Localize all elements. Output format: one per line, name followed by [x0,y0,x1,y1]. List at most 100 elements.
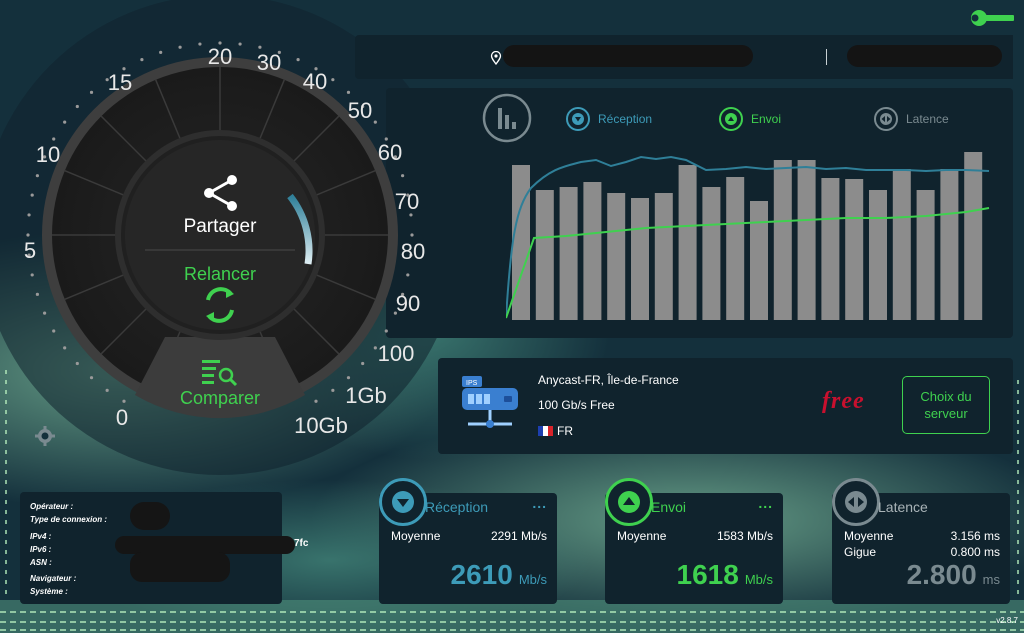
reception-title: Réception [425,499,489,515]
upload-card: Envoi ... Moyenne 1583 Mb/s 1618 Mb/s [605,478,783,604]
legend-latency[interactable]: Latence [874,107,949,131]
gauge-tick [27,213,31,217]
scale-label-70: 70 [395,189,419,214]
bar-chart-icon[interactable] [482,93,532,143]
scale-label-15: 15 [108,70,132,95]
scale-label-90: 90 [396,291,420,316]
gauge-tick [238,42,242,46]
latency-avg-value: 3.156 ms [950,529,1000,543]
server-name: Anycast-FR, Île-de-France [538,373,679,387]
reception-avg-label: Moyenne [391,529,441,543]
upload-up-icon [605,478,653,526]
reception-down-icon [379,478,427,526]
upload-value: 1618 [676,559,739,590]
history-bar [892,169,911,320]
scale-label-10: 10 [36,142,60,167]
latency-title: Latence [878,499,928,515]
gauge-tick [401,174,405,178]
gauge-tick [89,376,94,380]
scale-label-10gb: 10Gb [294,413,348,438]
speed-gauge: 0 5 10 15 20 30 40 50 60 70 80 90 100 1G… [24,41,425,438]
history-bar [559,187,578,320]
gauge-tick [75,104,79,109]
down-arrow-icon [566,107,590,131]
server-icon: IPS [462,376,518,428]
gauge-tick [30,193,34,197]
history-bar [964,152,983,320]
scale-label-30: 30 [257,50,281,75]
system-label: Système : [30,587,68,596]
legend-latency-label: Latence [906,112,949,126]
gauge-tick [346,376,351,380]
latency-value: 2.800 [906,559,977,590]
scale-label-60: 60 [378,140,402,165]
redacted-ip [847,45,1002,67]
gauge-tick [63,120,67,124]
latency-arrows-icon-large [832,478,880,526]
gauge-tick [406,273,410,277]
server-country-code: FR [557,424,573,438]
latency-unit: ms [982,572,1000,587]
reception-avg-value: 2291 Mb/s [490,529,547,543]
france-flag-icon [538,426,553,436]
scale-label-80: 80 [401,239,425,264]
gauge-tick [373,120,377,124]
operator-label: Opérateur : [30,502,74,511]
up-arrow-icon [719,107,743,131]
legend-reception-label: Réception [598,112,653,126]
history-bar [512,165,530,320]
settings-gear-icon[interactable] [34,425,56,447]
upload-avg-value: 1583 Mb/s [716,529,773,543]
upload-avg-label: Moyenne [617,529,667,543]
history-bar [535,190,554,320]
upload-more-button[interactable]: ... [758,495,773,511]
wrench-icon[interactable] [970,8,1016,28]
legend-reception[interactable]: Réception [566,107,653,131]
redacted-operator [130,502,170,530]
latency-arrows-icon [874,107,898,131]
gauge-tick [75,361,79,366]
gauge-tick [296,57,300,62]
svg-text:IPS: IPS [466,380,478,387]
gauge-tick [42,311,47,315]
gauge-tick [384,329,388,333]
history-bar [583,182,602,320]
scale-label-100: 100 [378,341,415,366]
gauge-tick [410,233,414,237]
gauge-tick [331,388,335,392]
history-bar [702,187,721,320]
history-bar [678,165,697,320]
reception-card: Réception ... Moyenne 2291 Mb/s 2610 Mb/… [379,478,557,604]
legend-upload-label: Envoi [751,112,782,126]
redacted-browser-system [130,552,230,582]
gauge-tick [159,50,163,54]
choose-server-button[interactable]: Choix du serveur [902,376,990,434]
gauge-tick [52,329,56,333]
scale-label-0: 0 [116,405,128,430]
gauge-tick [331,78,335,82]
reception-value: 2610 [450,559,513,590]
free-logo: free [822,388,865,414]
gauge-tick [258,45,262,49]
server-capacity: 100 Gb/s Free [538,398,615,412]
history-bar [750,201,768,320]
history-bar [869,190,887,320]
history-bar [940,169,959,320]
jitter-label: Gigue [844,545,877,559]
reception-unit: Mb/s [518,572,547,587]
upload-title: Envoi [651,499,687,515]
legend-upload[interactable]: Envoi [719,107,782,131]
history-chart [506,152,990,320]
history-bar [797,160,816,320]
gauge-tick [346,90,351,94]
server-panel: IPS Anycast-FR, Île-de-France 100 Gb/s F… [438,358,1013,454]
redacted-location [503,45,753,67]
compare-label: Comparer [180,388,260,408]
gauge-tick [373,346,377,350]
version-label: v2.8.7 [996,616,1018,625]
reception-more-button[interactable]: ... [532,495,547,511]
share-label: Partager [184,216,258,237]
ipv4-label: IPv4 : [30,532,52,541]
gauge-tick [314,399,318,403]
upload-unit: Mb/s [744,572,773,587]
